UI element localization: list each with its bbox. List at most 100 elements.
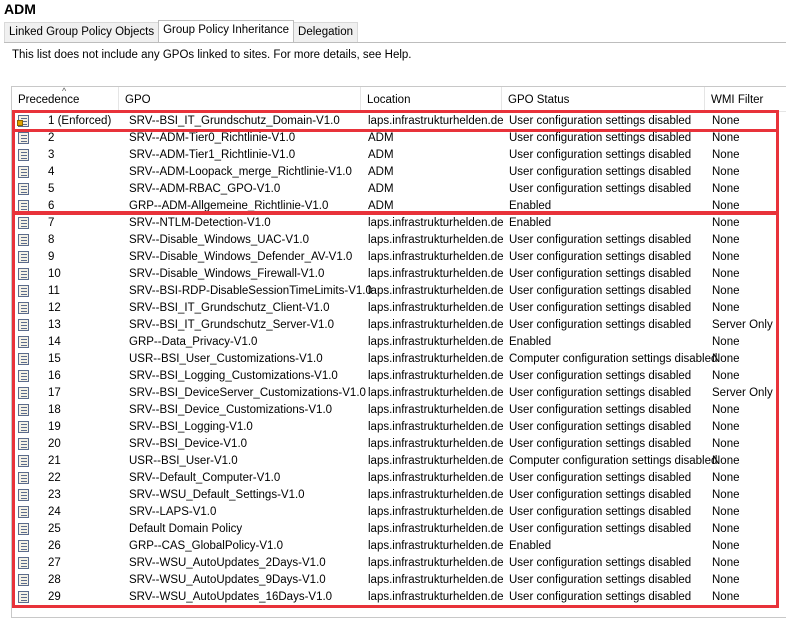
table-row[interactable]: 29 SRV--WSU_AutoUpdates_16Days-V1.0 laps.i… [12,589,786,606]
table-row[interactable]: 20 SRV--BSI_Device-V1.0 laps.infrastruktur… [12,436,786,453]
gpo-icon [17,386,31,400]
precedence-cell: 2 [48,132,55,144]
table-row[interactable]: 13 SRV--BSI_IT_Grundschutz_Server-V1.0 lap… [12,317,786,334]
tab-bar: Linked Group Policy Objects Group Policy… [4,20,359,42]
table-row[interactable]: 11 SRV--BSI-RDP-DisableSessionTimeLimits-… [12,283,786,300]
precedence-cell: 23 [48,489,61,501]
gpo-status-cell: User configuration settings disabled [509,523,692,535]
wmi-filter-cell: None [712,370,740,382]
precedence-cell: 20 [48,438,61,450]
column-header-gpo[interactable]: GPO [119,87,361,111]
gpo-name-cell: SRV--ADM-Tier1_Richtlinie-V1.0 [129,149,296,161]
gpo-name-cell: SRV--BSI_Device-V1.0 [129,438,248,450]
gpo-name-cell: SRV--BSI_Logging_Customizations-V1.0 [129,370,338,382]
table-row[interactable]: 19 SRV--BSI_Logging-V1.0 laps.infrastruktu… [12,419,786,436]
location-cell: laps.infrastrukturhelden.de [368,234,504,246]
gpo-status-cell: Enabled [509,217,552,229]
gpo-icon [17,505,31,519]
table-row[interactable]: 1 (Enforced) SRV--BSI_IT_Grundschutz_Doma… [12,113,786,130]
wmi-filter-cell: None [712,557,740,569]
gpo-name-cell: SRV--LAPS-V1.0 [129,506,217,518]
location-cell: laps.infrastrukturhelden.de [368,591,504,603]
column-header-location[interactable]: Location [361,87,502,111]
gpo-name-cell: SRV--ADM-Tier0_Richtlinie-V1.0 [129,132,296,144]
table-row[interactable]: 9 SRV--Disable_Windows_Defender_AV-V1.0 la… [12,249,786,266]
gpo-status-cell: User configuration settings disabled [509,319,692,331]
gpo-icon [17,182,31,196]
gpo-status-cell: User configuration settings disabled [509,251,692,263]
table-row[interactable]: 12 SRV--BSI_IT_Grundschutz_Client-V1.0 lap… [12,300,786,317]
gpo-name-cell: SRV--BSI_IT_Grundschutz_Server-V1.0 [129,319,334,331]
table-row[interactable]: 18 SRV--BSI_Device_Customizations-V1.0 lap… [12,402,786,419]
gpo-status-cell: User configuration settings disabled [509,438,692,450]
wmi-filter-cell: None [712,523,740,535]
table-row[interactable]: 6 GRP--ADM-Allgemeine_Richtlinie-V1.0 ADM E… [12,198,786,215]
precedence-cell: 6 [48,200,55,212]
location-cell: ADM [368,183,394,195]
table-row[interactable]: 28 SRV--WSU_AutoUpdates_9Days-V1.0 laps.in… [12,572,786,589]
location-cell: laps.infrastrukturhelden.de [368,438,504,450]
precedence-cell: 25 [48,523,61,535]
wmi-filter-cell: None [712,353,740,365]
location-cell: ADM [368,166,394,178]
location-cell: laps.infrastrukturhelden.de [368,370,504,382]
gpo-icon [17,369,31,383]
gpo-icon [17,131,31,145]
table-row[interactable]: 10 SRV--Disable_Windows_Firewall-V1.0 laps… [12,266,786,283]
location-cell: laps.infrastrukturhelden.de [368,319,504,331]
gpo-status-cell: Computer configuration settings disabled [509,455,718,467]
table-row[interactable]: 25 Default Domain Policy laps.infrastruktu… [12,521,786,538]
precedence-cell: 21 [48,455,61,467]
gpo-status-cell: User configuration settings disabled [509,557,692,569]
tab-delegation[interactable]: Delegation [293,22,359,42]
tab-linked-gpos[interactable]: Linked Group Policy Objects [4,22,160,42]
table-row[interactable]: 16 SRV--BSI_Logging_Customizations-V1.0 la… [12,368,786,385]
precedence-cell: 11 [48,285,60,297]
gpo-icon [17,199,31,213]
gpo-status-cell: User configuration settings disabled [509,285,692,297]
gpo-status-cell: Enabled [509,540,552,552]
column-header-precedence[interactable]: ^ Precedence [12,87,119,111]
precedence-cell: 19 [48,421,61,433]
table-row[interactable]: 21 USR--BSI_User-V1.0 laps.infrastrukturhe… [12,453,786,470]
precedence-cell: 4 [48,166,55,178]
table-row[interactable]: 5 SRV--ADM-RBAC_GPO-V1.0 ADM User configura… [12,181,786,198]
precedence-cell: 3 [48,149,55,161]
table-row[interactable]: 8 SRV--Disable_Windows_UAC-V1.0 laps.infra… [12,232,786,249]
location-cell: laps.infrastrukturhelden.de [368,387,504,399]
wmi-filter-cell: None [712,285,740,297]
table-row[interactable]: 27 SRV--WSU_AutoUpdates_2Days-V1.0 laps.in… [12,555,786,572]
table-row[interactable]: 2 SRV--ADM-Tier0_Richtlinie-V1.0 ADM User c… [12,130,786,147]
table-row[interactable]: 17 SRV--BSI_DeviceServer_Customizations-V… [12,385,786,402]
tab-gp-inheritance[interactable]: Group Policy Inheritance [158,20,295,42]
gpo-name-cell: SRV--BSI_IT_Grundschutz_Client-V1.0 [129,302,330,314]
table-row[interactable]: 7 SRV--NTLM-Detection-V1.0 laps.infrastruk… [12,215,786,232]
column-header-gpo-status[interactable]: GPO Status [502,87,705,111]
gpo-icon [17,284,31,298]
wmi-filter-cell: None [712,217,740,229]
location-cell: laps.infrastrukturhelden.de [368,353,504,365]
table-row[interactable]: 15 USR--BSI_User_Customizations-V1.0 laps.… [12,351,786,368]
table-row[interactable]: 26 GRP--CAS_GlobalPolicy-V1.0 laps.infrast… [12,538,786,555]
table-row[interactable]: 3 SRV--ADM-Tier1_Richtlinie-V1.0 ADM User c… [12,147,786,164]
table-row[interactable]: 14 GRP--Data_Privacy-V1.0 laps.infrastrukt… [12,334,786,351]
precedence-cell: 9 [48,251,55,263]
enforced-gpo-icon [17,114,31,128]
wmi-filter-cell: None [712,183,740,195]
location-cell: laps.infrastrukturhelden.de [368,557,504,569]
table-row[interactable]: 22 SRV--Default_Computer-V1.0 laps.infrast… [12,470,786,487]
sort-up-icon: ^ [62,86,67,96]
gpo-name-cell: SRV--Disable_Windows_UAC-V1.0 [129,234,310,246]
column-header-wmi-filter[interactable]: WMI Filter [705,87,786,111]
wmi-filter-cell: None [712,166,740,178]
wmi-filter-cell: None [712,438,740,450]
table-row[interactable]: 24 SRV--LAPS-V1.0 laps.infrastrukturhelden… [12,504,786,521]
gpo-icon [17,318,31,332]
location-cell: laps.infrastrukturhelden.de [368,574,504,586]
table-row[interactable]: 23 SRV--WSU_Default_Settings-V1.0 laps.inf… [12,487,786,504]
wmi-filter-cell: Server Only [712,387,773,399]
location-cell: laps.infrastrukturhelden.de [368,421,504,433]
gpo-status-cell: User configuration settings disabled [509,132,692,144]
gpo-name-cell: SRV--ADM-Loopack_merge_Richtlinie-V1.0 [129,166,352,178]
table-row[interactable]: 4 SRV--ADM-Loopack_merge_Richtlinie-V1.0 A… [12,164,786,181]
